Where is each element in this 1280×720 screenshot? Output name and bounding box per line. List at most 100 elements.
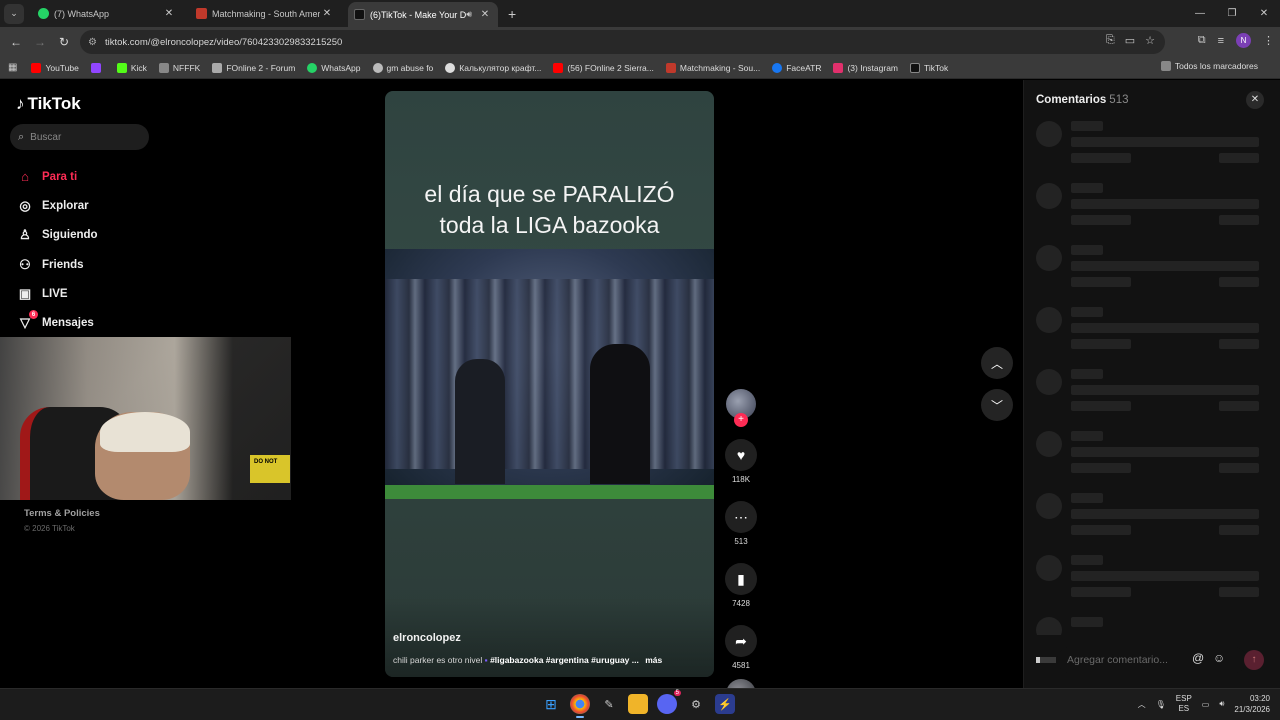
share-icon[interactable]: ➦ xyxy=(725,625,757,657)
file-explorer-icon[interactable] xyxy=(628,694,648,714)
cast-icon[interactable]: ▭ xyxy=(1125,34,1135,47)
follow-plus-icon[interactable]: + xyxy=(734,413,748,427)
tab-tiktok[interactable]: (6)TikTok - Make Your Day 🔊︎ ✕ xyxy=(348,2,498,27)
sidebar-item-para-ti[interactable]: ⌂ Para ti xyxy=(16,162,98,191)
tab-title: (7) WhatsApp xyxy=(54,8,110,19)
bookmark-icon[interactable]: ▮ xyxy=(725,563,757,595)
sidebar-item-siguiendo[interactable]: ♙ Siguiendo xyxy=(16,221,97,250)
bookmark-item[interactable]: Matchmaking - Sou... xyxy=(665,62,761,73)
close-tab-icon[interactable]: ✕ xyxy=(478,9,492,20)
close-tab-icon[interactable]: ✕ xyxy=(162,8,176,19)
bookmark-label: Калькулятор крафт... xyxy=(459,62,542,73)
close-tab-icon[interactable]: ✕ xyxy=(320,8,334,19)
close-comments-icon[interactable]: ✕ xyxy=(1246,91,1264,109)
input-handle xyxy=(1036,657,1056,663)
sidebar-item-friends[interactable]: ⚇ Friends xyxy=(16,250,98,279)
bookmark-item[interactable]: (3) Instagram xyxy=(833,62,898,73)
volume-icon[interactable]: 🔊︎ xyxy=(1219,699,1224,709)
tiktok-logo[interactable]: ♪ TikTok xyxy=(16,94,81,114)
clock[interactable]: 03:20 21/3/2026 xyxy=(1234,693,1270,715)
media-icon[interactable]: ≡ xyxy=(1218,35,1224,47)
address-bar-row: ← → ↻ ⚙ tiktok.com/@elroncolopez/video/7… xyxy=(0,27,1280,57)
tab-search-button[interactable]: ⌄ xyxy=(4,3,24,24)
save-action[interactable]: ▮ 7428 xyxy=(724,563,758,608)
share-count: 4581 xyxy=(732,661,750,670)
bookmark-item[interactable]: Kick xyxy=(116,62,147,73)
bookmark-label: NFFFK xyxy=(172,62,201,73)
game-launcher-icon[interactable]: ⚡ xyxy=(715,694,735,714)
tab-matchmaking[interactable]: Matchmaking - South America ✕ xyxy=(190,2,340,26)
search-input[interactable]: ⌕ Buscar xyxy=(10,124,149,150)
restore-icon[interactable]: ❐ xyxy=(1216,8,1248,19)
sidebar-item-explorar[interactable]: ◎ Explorar xyxy=(16,191,98,220)
home-icon: ⌂ xyxy=(21,169,29,185)
more-button[interactable]: más xyxy=(645,655,662,665)
chevron-down-icon[interactable]: ﹀ xyxy=(981,389,1013,421)
sidebar-item-live[interactable]: ▣ LIVE xyxy=(16,279,98,308)
caption-line-2: toda la LIGA bazooka xyxy=(439,212,660,238)
bookmark-label: YouTube xyxy=(45,62,79,73)
like-action[interactable]: ♥ 118K xyxy=(724,439,758,484)
discord-icon[interactable]: 5 xyxy=(657,690,681,714)
menu-dots-icon[interactable]: ⋮ xyxy=(1263,34,1274,47)
close-window-icon[interactable]: ✕ xyxy=(1248,8,1280,19)
omnibox[interactable]: ⚙ tiktok.com/@elroncolopez/video/7604233… xyxy=(80,30,1165,54)
new-tab-button[interactable]: + xyxy=(508,6,516,22)
tab-whatsapp[interactable]: (7) WhatsApp ✕ xyxy=(32,2,182,26)
video-player[interactable]: el día que se PARALIZÓ toda la LIGA bazo… xyxy=(385,91,714,677)
bookmark-item[interactable]: TikTok xyxy=(910,62,948,73)
bookmark-item[interactable] xyxy=(90,62,105,73)
mention-icon[interactable]: @ xyxy=(1192,651,1204,665)
windows-start-icon[interactable]: ⊞ xyxy=(541,694,561,714)
chrome-icon[interactable] xyxy=(570,694,590,718)
comment-action[interactable]: ⋯ 513 xyxy=(724,501,758,546)
hashtags[interactable]: #ligabazooka #argentina #uruguay ... xyxy=(490,655,639,665)
profile-avatar[interactable]: N xyxy=(1236,33,1251,48)
url-text[interactable]: tiktok.com/@elroncolopez/video/760423302… xyxy=(105,37,342,48)
site-info-icon[interactable]: ⚙ xyxy=(88,37,97,48)
bookmark-label: Matchmaking - Sou... xyxy=(679,62,761,73)
bookmark-item[interactable]: (56) FOnline 2 Sierra... xyxy=(553,62,654,73)
translate-icon[interactable]: ⎘ xyxy=(1106,34,1115,47)
steam-icon[interactable]: ⚙ xyxy=(686,694,706,714)
bookmark-item[interactable]: Калькулятор крафт... xyxy=(445,62,542,73)
chevron-up-icon[interactable]: ︿ xyxy=(1138,699,1146,710)
reload-icon[interactable]: ↻ xyxy=(52,35,76,49)
bookmark-item[interactable]: NFFFK xyxy=(158,62,201,73)
microphone-icon[interactable]: 🎙︎ xyxy=(1156,700,1166,709)
share-action[interactable]: ➦ 4581 xyxy=(724,625,758,670)
back-icon[interactable]: ← xyxy=(4,35,28,49)
bookmark-label: gm abuse fo xyxy=(386,62,434,73)
minimize-icon[interactable]: — xyxy=(1184,8,1216,19)
video-author[interactable]: elroncolopez xyxy=(393,632,461,644)
pen-app-icon[interactable]: ✎ xyxy=(599,694,619,714)
extensions-icon[interactable]: ⧉ xyxy=(1198,34,1206,47)
send-icon[interactable]: ↑ xyxy=(1244,650,1264,670)
creator-avatar[interactable]: + xyxy=(726,389,756,427)
comments-title-text: Comentarios xyxy=(1036,94,1107,106)
action-bar: + ♥ 118K ⋯ 513 ▮ 7428 ➦ 4581 xyxy=(724,389,758,709)
bookmark-star-icon[interactable]: ☆ xyxy=(1145,34,1155,47)
sidebar-item-mensajes[interactable]: ▽ 6 Mensajes xyxy=(16,308,98,337)
terms-link[interactable]: Terms & Policies xyxy=(24,508,100,519)
forward-icon[interactable]: → xyxy=(28,35,52,49)
bookmark-item[interactable]: YouTube xyxy=(31,62,79,73)
heart-icon[interactable]: ♥ xyxy=(725,439,757,471)
sidebar-item-label: Friends xyxy=(42,258,84,271)
save-count: 7428 xyxy=(732,599,750,608)
chevron-up-icon[interactable]: ︿ xyxy=(981,347,1013,379)
comment-icon[interactable]: ⋯ xyxy=(725,501,757,533)
emoji-picker-icon[interactable]: ☺ xyxy=(1213,651,1225,665)
bookmark-item[interactable]: FaceATR xyxy=(772,62,821,73)
apps-grid-icon[interactable]: ▦ xyxy=(8,62,17,73)
all-bookmarks[interactable]: Todos los marcadores xyxy=(1160,61,1258,71)
bookmark-item[interactable]: FOnline 2 - Forum xyxy=(212,62,295,73)
compass-icon: ◎ xyxy=(19,197,31,213)
network-icon[interactable]: ▭ xyxy=(1202,700,1210,709)
speaker-icon[interactable]: 🔊︎ xyxy=(466,9,472,20)
tiktok-page: ♪ TikTok ⌕ Buscar ⌂ Para ti ◎ Explorar ♙… xyxy=(0,80,1280,709)
bookmark-item[interactable]: gm abuse fo xyxy=(372,62,434,73)
language-indicator[interactable]: ESP ES xyxy=(1176,694,1192,714)
bookmark-item[interactable]: WhatsApp xyxy=(307,62,361,73)
bookmark-label: (56) FOnline 2 Sierra... xyxy=(567,62,654,73)
